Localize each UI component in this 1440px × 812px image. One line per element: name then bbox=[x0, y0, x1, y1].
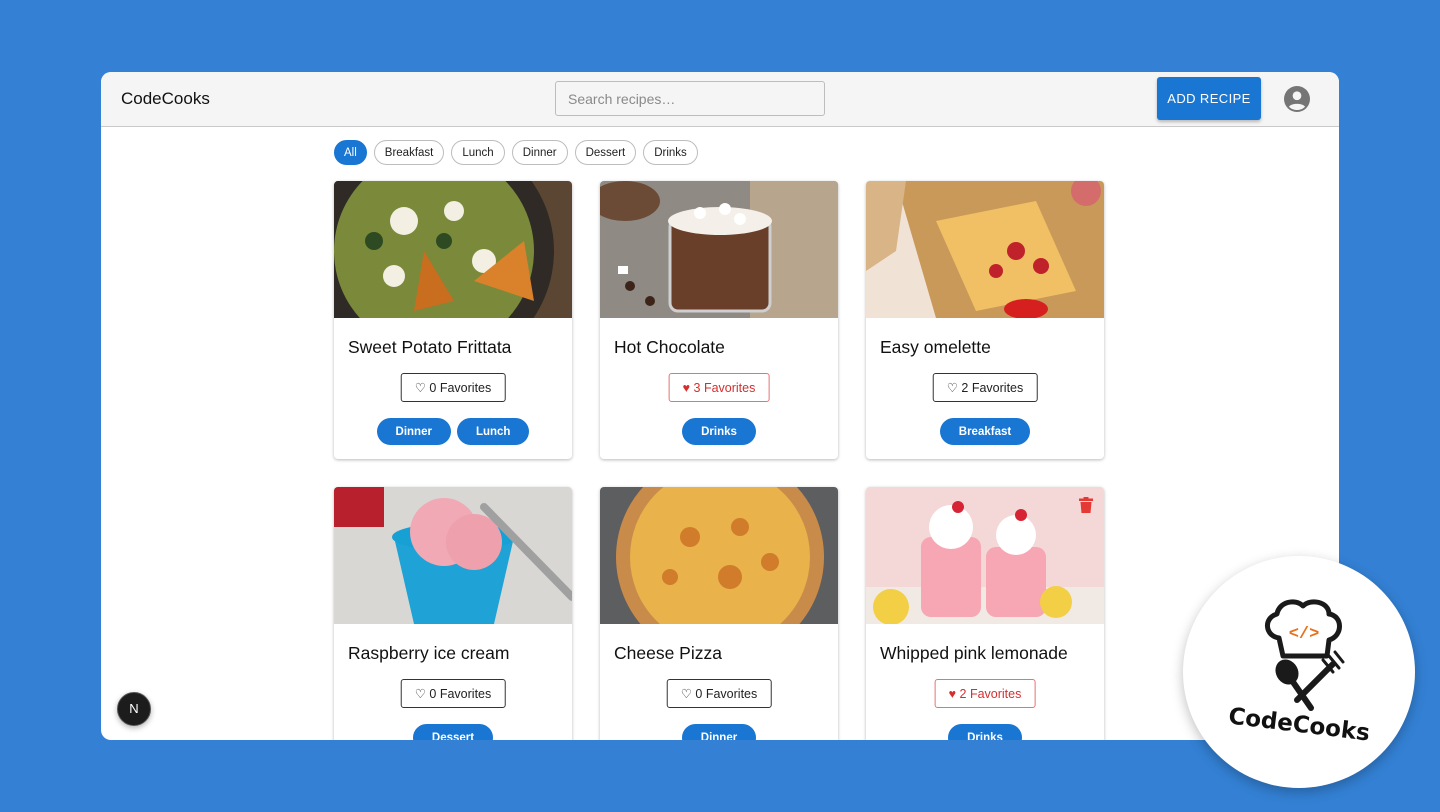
heart-outline-icon: ♡ bbox=[414, 381, 430, 395]
heart-outline-icon: ♡ bbox=[946, 381, 962, 395]
add-recipe-button[interactable]: ADD RECIPE bbox=[1157, 77, 1261, 120]
tag-drinks[interactable]: Drinks bbox=[948, 724, 1022, 740]
recipe-tags: Dinner Lunch bbox=[334, 418, 572, 445]
favorites-count: 2 Favorites bbox=[959, 687, 1022, 701]
filter-chip-lunch[interactable]: Lunch bbox=[451, 140, 505, 165]
tag-dinner[interactable]: Dinner bbox=[681, 724, 757, 740]
recipe-tags: Dessert bbox=[334, 724, 572, 740]
recipe-image[interactable] bbox=[600, 487, 838, 624]
recipe-image[interactable] bbox=[334, 487, 572, 624]
heart-filled-icon: ♥ bbox=[948, 687, 960, 701]
recipe-card[interactable]: Hot Chocolate ♥ 3 Favorites Drinks bbox=[600, 181, 838, 459]
filter-chip-breakfast[interactable]: Breakfast bbox=[373, 140, 445, 165]
recipe-tags: Breakfast bbox=[866, 418, 1104, 445]
tag-dessert[interactable]: Dessert bbox=[412, 724, 494, 740]
favorite-button[interactable]: ♡ 0 Favorites bbox=[400, 373, 506, 402]
recipe-title[interactable]: Easy omelette bbox=[880, 337, 991, 358]
heart-outline-icon: ♡ bbox=[680, 687, 696, 701]
recipe-card[interactable]: Raspberry ice cream ♡ 0 Favorites Dessert bbox=[334, 487, 572, 740]
logo-text: CodeCooks bbox=[1227, 703, 1371, 746]
recipe-title[interactable]: Raspberry ice cream bbox=[348, 643, 509, 664]
codecooks-logo: </> CodeCooks bbox=[1183, 556, 1415, 788]
recipe-tags: Drinks bbox=[600, 418, 838, 445]
recipe-title[interactable]: Cheese Pizza bbox=[614, 643, 722, 664]
filter-chip-all[interactable]: All bbox=[334, 140, 367, 165]
recipe-card[interactable]: Easy omelette ♡ 2 Favorites Breakfast bbox=[866, 181, 1104, 459]
recipe-card[interactable]: Cheese Pizza ♡ 0 Favorites Dinner bbox=[600, 487, 838, 740]
app-bar: CodeCooks ADD RECIPE bbox=[101, 72, 1339, 127]
search-input[interactable] bbox=[555, 81, 825, 116]
recipe-image[interactable] bbox=[600, 181, 838, 318]
recipe-image[interactable] bbox=[334, 181, 572, 318]
tag-dinner[interactable]: Dinner bbox=[376, 418, 451, 445]
brand-title[interactable]: CodeCooks bbox=[121, 89, 210, 109]
favorites-count: 0 Favorites bbox=[429, 381, 492, 395]
filter-chip-dinner[interactable]: Dinner bbox=[511, 140, 568, 165]
favorite-button[interactable]: ♥ 2 Favorites bbox=[934, 679, 1036, 708]
chef-hat-logo-icon: </> CodeCooks bbox=[1227, 599, 1371, 747]
favorite-button[interactable]: ♡ 2 Favorites bbox=[932, 373, 1038, 402]
delete-icon[interactable] bbox=[1079, 497, 1093, 513]
favorite-button[interactable]: ♥ 3 Favorites bbox=[668, 373, 770, 402]
favorites-count: 0 Favorites bbox=[429, 687, 492, 701]
favorites-count: 0 Favorites bbox=[695, 687, 758, 701]
favorite-button[interactable]: ♡ 0 Favorites bbox=[400, 679, 506, 708]
heart-filled-icon: ♥ bbox=[682, 381, 694, 395]
recipe-title[interactable]: Whipped pink lemonade bbox=[880, 643, 1068, 664]
favorites-count: 3 Favorites bbox=[693, 381, 756, 395]
recipe-image[interactable] bbox=[866, 487, 1104, 624]
tag-breakfast[interactable]: Breakfast bbox=[939, 418, 1031, 445]
filter-chip-dessert[interactable]: Dessert bbox=[574, 140, 637, 165]
tag-drinks[interactable]: Drinks bbox=[682, 418, 756, 445]
account-circle-icon[interactable] bbox=[1284, 86, 1310, 112]
svg-text:</>: </> bbox=[1289, 625, 1320, 644]
recipe-title[interactable]: Sweet Potato Frittata bbox=[348, 337, 511, 358]
recipe-card[interactable]: Whipped pink lemonade ♥ 2 Favorites Drinks bbox=[866, 487, 1104, 740]
recipe-tags: Dinner bbox=[600, 724, 838, 740]
recipe-image[interactable] bbox=[866, 181, 1104, 318]
recipe-tags: Drinks bbox=[866, 724, 1104, 740]
nextjs-dev-badge[interactable]: N bbox=[117, 692, 151, 726]
favorite-button[interactable]: ♡ 0 Favorites bbox=[666, 679, 772, 708]
tag-lunch[interactable]: Lunch bbox=[456, 418, 530, 445]
app-window: CodeCooks ADD RECIPE AllBreakfastLunchDi… bbox=[101, 72, 1339, 740]
category-filters: All Breakfast Lunch Dinner Dessert Drinks bbox=[334, 140, 698, 167]
favorites-count: 2 Favorites bbox=[961, 381, 1024, 395]
recipe-title[interactable]: Hot Chocolate bbox=[614, 337, 725, 358]
recipe-card[interactable]: Sweet Potato Frittata ♡ 0 Favorites Dinner… bbox=[334, 181, 572, 459]
heart-outline-icon: ♡ bbox=[414, 687, 430, 701]
filter-chip-drinks[interactable]: Drinks bbox=[643, 140, 698, 165]
